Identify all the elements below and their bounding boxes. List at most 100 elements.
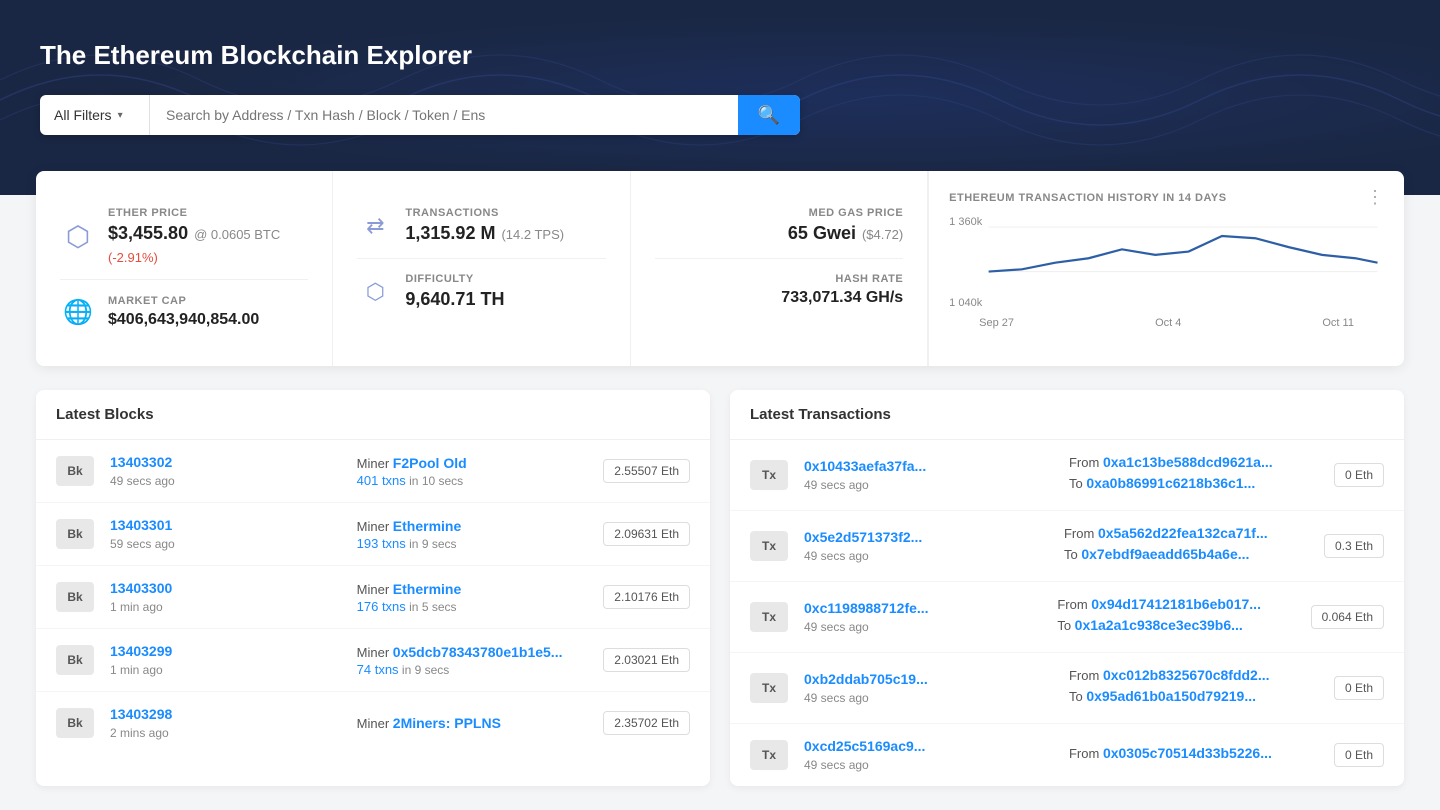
tx-from[interactable]: 0x0305c70514d33b5226... [1103,745,1272,761]
block-badge: Bk [56,519,94,549]
block-number[interactable]: 13403302 [110,454,172,470]
block-badge: Bk [56,456,94,486]
block-info: 13403301 59 secs ago [110,517,341,551]
block-txns[interactable]: 193 txns [357,536,406,551]
tx-from[interactable]: 0xa1c13be588dcd9621a... [1103,454,1273,470]
tx-hash[interactable]: 0x5e2d571373f2... [804,529,922,545]
tx-from[interactable]: 0x5a562d22fea132ca71f... [1098,525,1268,541]
block-badge: Bk [56,582,94,612]
miner-link[interactable]: F2Pool Old [393,455,467,471]
block-txns[interactable]: 176 txns [357,599,406,614]
block-info: 13403302 49 secs ago [110,454,341,488]
tx-hash[interactable]: 0xcd25c5169ac9... [804,738,925,754]
difficulty-value: 9,640.71 TH [405,289,605,310]
stats-section: ⬡ ETHER PRICE $3,455.80 @ 0.0605 BTC (-2… [36,171,1404,366]
main-content: Latest Blocks Bk 13403302 49 secs ago Mi… [36,390,1404,786]
chevron-down-icon: ▾ [118,110,123,121]
block-txns[interactable]: 401 txns [357,473,406,488]
difficulty-icon: ⬡ [357,274,393,310]
block-row: Bk 13403302 49 secs ago Miner F2Pool Old… [36,440,710,503]
transaction-chart: ETHEREUM TRANSACTION HISTORY IN 14 DAYS … [928,171,1404,366]
tx-time: 49 secs ago [804,758,1053,772]
tx-to[interactable]: 0x1a2a1c938ce3ec39b6... [1075,617,1243,633]
block-info: 13403300 1 min ago [110,580,341,614]
tx-time: 49 secs ago [804,620,1041,634]
block-time: 49 secs ago [110,474,341,488]
block-row: Bk 13403300 1 min ago Miner Ethermine 17… [36,566,710,629]
block-time: 59 secs ago [110,537,341,551]
gas-value: 65 Gwei [788,223,856,244]
tx-value: 0 Eth [1334,743,1384,767]
stat-transactions: ⇄ TRANSACTIONS 1,315.92 M (14.2 TPS) [357,193,605,259]
block-reward: 2.35702 Eth [603,711,690,735]
tx-row: Tx 0x5e2d571373f2... 49 secs ago From 0x… [730,511,1404,582]
tx-hash[interactable]: 0x10433aefa37fa... [804,458,926,474]
latest-transactions-title: Latest Transactions [730,390,1404,440]
tx-time: 49 secs ago [804,478,1053,492]
tx-from[interactable]: 0xc012b8325670c8fdd2... [1103,667,1270,683]
transactions-icon: ⇄ [357,208,393,244]
search-button[interactable]: 🔍 [738,95,800,135]
chart-title: ETHEREUM TRANSACTION HISTORY IN 14 DAYS [949,192,1226,204]
tx-value: 0.064 Eth [1311,605,1384,629]
block-time: 1 min ago [110,663,341,677]
filter-label: All Filters [54,107,112,123]
block-time: 1 min ago [110,600,341,614]
tx-to[interactable]: 0x7ebdf9aeadd65b4a6e... [1081,546,1249,562]
tx-badge: Tx [750,531,788,561]
block-txns[interactable]: 74 txns [357,662,399,677]
miner-link[interactable]: Ethermine [393,581,461,597]
tx-badge: Tx [750,673,788,703]
latest-transactions-panel: Latest Transactions Tx 0x10433aefa37fa..… [730,390,1404,786]
miner-link[interactable]: 2Miners: PPLNS [393,715,501,731]
block-number[interactable]: 13403299 [110,643,172,659]
latest-blocks-title: Latest Blocks [36,390,710,440]
tx-row: Tx 0xcd25c5169ac9... 49 secs ago From 0x… [730,724,1404,786]
globe-icon: 🌐 [60,294,96,330]
search-input[interactable] [150,95,738,135]
tx-from[interactable]: 0x94d17412181b6eb017... [1091,596,1261,612]
tx-hash[interactable]: 0xc1198988712fe... [804,600,929,616]
stat-difficulty: ⬡ DIFFICULTY 9,640.71 TH [357,259,605,324]
stat-market-cap: 🌐 MARKET CAP $406,643,940,854.00 [60,280,308,344]
block-reward: 2.10176 Eth [603,585,690,609]
chart-y-low: 1 040k [949,297,982,309]
tx-badge: Tx [750,460,788,490]
chart-label-sep27: Sep 27 [979,317,1014,329]
miner-link[interactable]: 0x5dcb78343780e1b1e5... [393,644,563,660]
block-info: 13403298 2 mins ago [110,706,341,740]
ether-price-value: $3,455.80 [108,223,188,244]
block-info: 13403299 1 min ago [110,643,341,677]
tx-value: 0 Eth [1334,676,1384,700]
hashrate-value: 733,071.34 GH/s [655,289,903,307]
site-title: The Ethereum Blockchain Explorer [40,40,1400,71]
tx-time: 49 secs ago [804,549,1048,563]
header: The Ethereum Blockchain Explorer All Fil… [0,0,1440,195]
block-number[interactable]: 13403301 [110,517,172,533]
stat-ether-price: ⬡ ETHER PRICE $3,455.80 @ 0.0605 BTC (-2… [60,193,308,280]
tx-hash[interactable]: 0xb2ddab705c19... [804,671,928,687]
block-badge: Bk [56,708,94,738]
tx-to[interactable]: 0xa0b86991c6218b36c1... [1086,475,1255,491]
tx-value: 0.3 Eth [1324,534,1384,558]
block-number[interactable]: 13403300 [110,580,172,596]
filter-dropdown[interactable]: All Filters ▾ [40,95,150,135]
eth-icon: ⬡ [60,218,96,254]
ether-price-btc: @ 0.0605 BTC [194,227,280,242]
stat-gas: MED GAS PRICE 65 Gwei ($4.72) [655,193,903,259]
tx-row: Tx 0xb2ddab705c19... 49 secs ago From 0x… [730,653,1404,724]
chart-y-high: 1 360k [949,216,982,228]
block-number[interactable]: 13403298 [110,706,172,722]
stat-ether-marketcap: ⬡ ETHER PRICE $3,455.80 @ 0.0605 BTC (-2… [36,171,333,366]
block-row: Bk 13403301 59 secs ago Miner Ethermine … [36,503,710,566]
chart-svg [949,216,1384,316]
block-reward: 2.09631 Eth [603,522,690,546]
transactions-tps: (14.2 TPS) [501,227,564,242]
market-cap-value: $406,643,940,854.00 [108,311,308,329]
block-badge: Bk [56,645,94,675]
tx-to[interactable]: 0x95ad61b0a150d79219... [1086,688,1256,704]
stat-gas-hashrate: MED GAS PRICE 65 Gwei ($4.72) HASH RATE … [631,171,928,366]
block-reward: 2.55507 Eth [603,459,690,483]
chart-menu-icon[interactable]: ⋮ [1366,187,1384,208]
miner-link[interactable]: Ethermine [393,518,461,534]
